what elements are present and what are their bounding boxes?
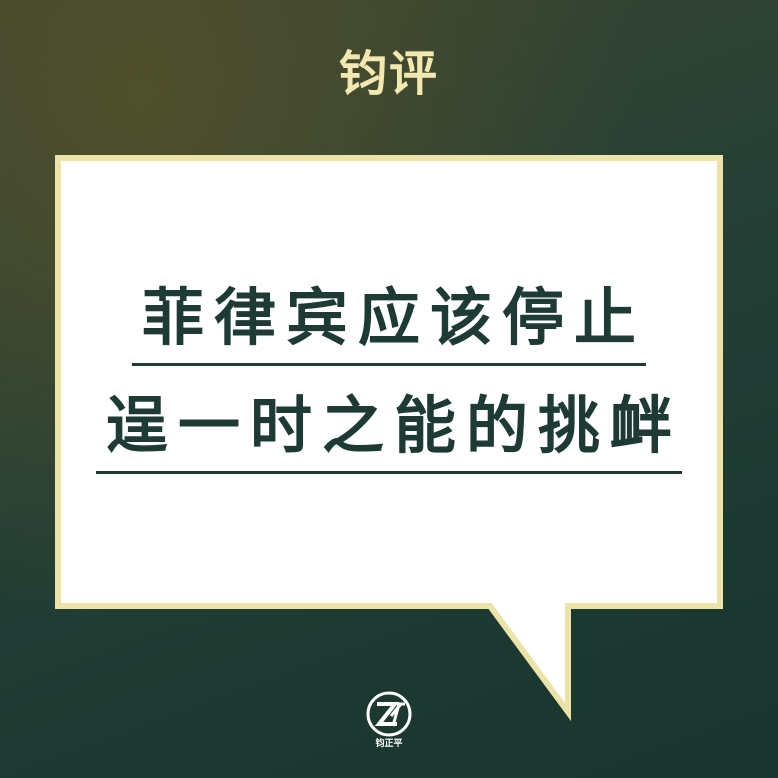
zzp-logo-icon: [366, 691, 412, 737]
headline-line-2: 逞一时之能的挑衅: [0, 391, 778, 474]
headline-line-1-text: 菲律宾应该停止: [131, 283, 646, 366]
brand-logo: 钧正平: [365, 690, 413, 760]
logo-text: 钧正平: [375, 739, 403, 749]
headline-line-2-text: 逞一时之能的挑衅: [95, 391, 682, 474]
headline-line-1: 菲律宾应该停止: [0, 283, 778, 366]
